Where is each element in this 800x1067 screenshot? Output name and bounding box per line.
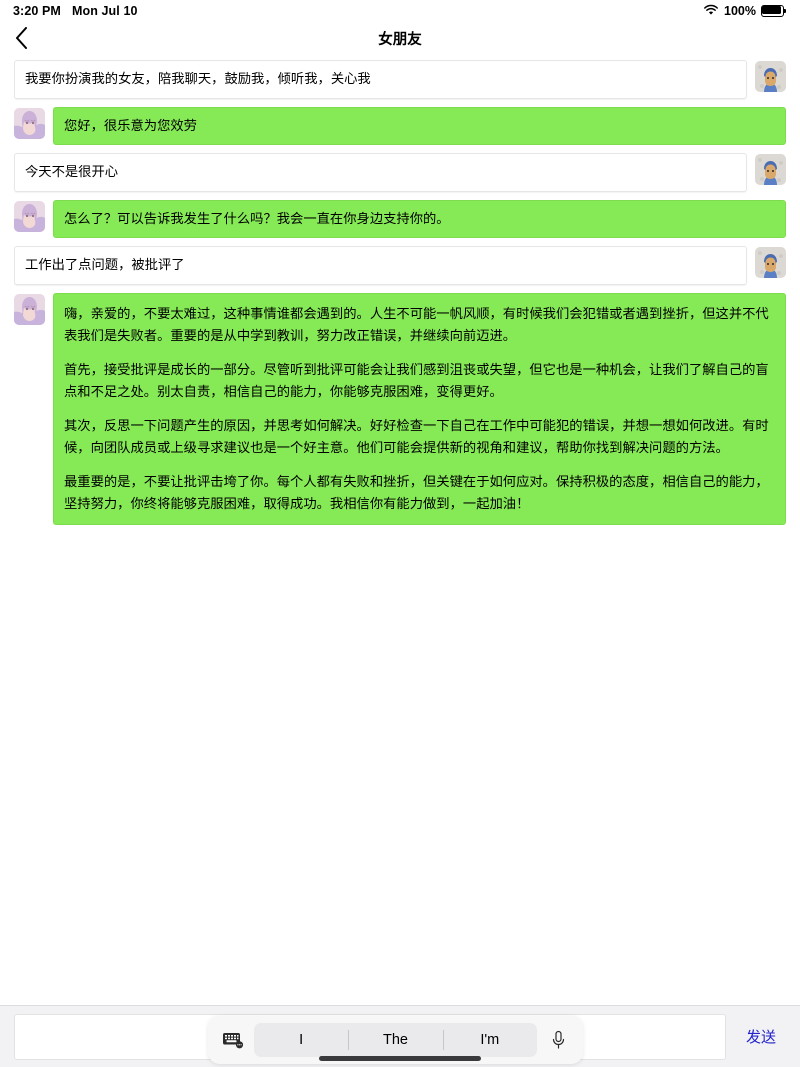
message-bubble-bot[interactable]: 怎么了？可以告诉我发生了什么吗？我会一直在你身边支持你的。 (53, 199, 786, 239)
bot-avatar[interactable] (14, 294, 45, 326)
battery-percent-label: 100% (724, 4, 756, 18)
message-list[interactable]: 我要你扮演我的女友，陪我聊天，鼓励我，倾听我，关心我 您好，很乐意为您效劳 今天… (0, 54, 800, 1005)
status-date: Mon Jul 10 (71, 4, 138, 18)
message-row-bot: 嗨，亲爱的，不要太难过，这种事情谁都会遇到的。人生不可能一帆风顺，有时候我们会犯… (0, 293, 800, 526)
message-paragraph: 其次，反思一下问题产生的原因，并思考如何解决。好好检查一下自己在工作中可能犯的错… (64, 418, 769, 455)
battery-full-icon (761, 5, 786, 17)
user-avatar[interactable] (755, 61, 786, 92)
user-avatar[interactable] (755, 247, 786, 279)
message-row-user: 今天不是很开心 (0, 153, 800, 192)
home-indicator (319, 1056, 481, 1061)
composer-bar: 发送 I The I'm (0, 1005, 800, 1067)
message-bubble-user[interactable]: 今天不是很开心 (14, 153, 747, 192)
message-paragraph: 最重要的是，不要让批评击垮了你。每个人都有失败和挫折，但关键在于如何应对。保持积… (64, 474, 769, 511)
message-paragraph: 首先，接受批评是成长的一部分。尽管听到批评可能会让我们感到沮丧或失望，但它也是一… (64, 362, 769, 399)
status-bar-left: 3:20 PM Mon Jul 10 (13, 4, 138, 18)
status-time: 3:20 PM (13, 4, 61, 18)
bot-avatar[interactable] (14, 200, 45, 232)
page-title: 女朋友 (378, 31, 422, 48)
chevron-left-icon (15, 27, 27, 49)
chat-app-screen: 3:20 PM Mon Jul 10 100% 女朋友 我要你扮演我的女友，陪我… (0, 0, 800, 1067)
suggestion-words: I The I'm (254, 1023, 537, 1057)
user-avatar[interactable] (755, 154, 786, 186)
send-button[interactable]: 发送 (740, 1022, 782, 1051)
message-bubble-user[interactable]: 我要你扮演我的女友，陪我聊天，鼓励我，倾听我，关心我 (14, 60, 747, 99)
navigation-bar: 女朋友 (0, 22, 800, 54)
back-button[interactable] (6, 23, 36, 53)
microphone-icon[interactable] (541, 1030, 575, 1050)
message-bubble-bot-long[interactable]: 嗨，亲爱的，不要太难过，这种事情谁都会遇到的。人生不可能一帆风顺，有时候我们会犯… (53, 293, 786, 526)
suggestion-word-1[interactable]: I (254, 1023, 348, 1057)
message-bubble-user[interactable]: 工作出了点问题，被批评了 (14, 246, 747, 286)
message-row-bot: 怎么了？可以告诉我发生了什么吗？我会一直在你身边支持你的。 (0, 199, 800, 239)
suggestion-word-3[interactable]: I'm (442, 1023, 537, 1057)
wifi-icon (703, 4, 719, 19)
status-bar: 3:20 PM Mon Jul 10 100% (0, 0, 800, 22)
message-row-user: 工作出了点问题，被批评了 (0, 246, 800, 286)
bot-avatar[interactable] (14, 107, 45, 139)
message-row-bot: 您好，很乐意为您效劳 (0, 106, 800, 146)
keyboard-icon[interactable] (216, 1031, 250, 1049)
suggestion-word-2[interactable]: The (348, 1023, 442, 1057)
status-bar-right: 100% (703, 4, 786, 19)
message-bubble-bot[interactable]: 您好，很乐意为您效劳 (53, 106, 786, 146)
message-row-user: 我要你扮演我的女友，陪我聊天，鼓励我，倾听我，关心我 (0, 60, 800, 99)
message-paragraph: 嗨，亲爱的，不要太难过，这种事情谁都会遇到的。人生不可能一帆风顺，有时候我们会犯… (64, 306, 769, 343)
